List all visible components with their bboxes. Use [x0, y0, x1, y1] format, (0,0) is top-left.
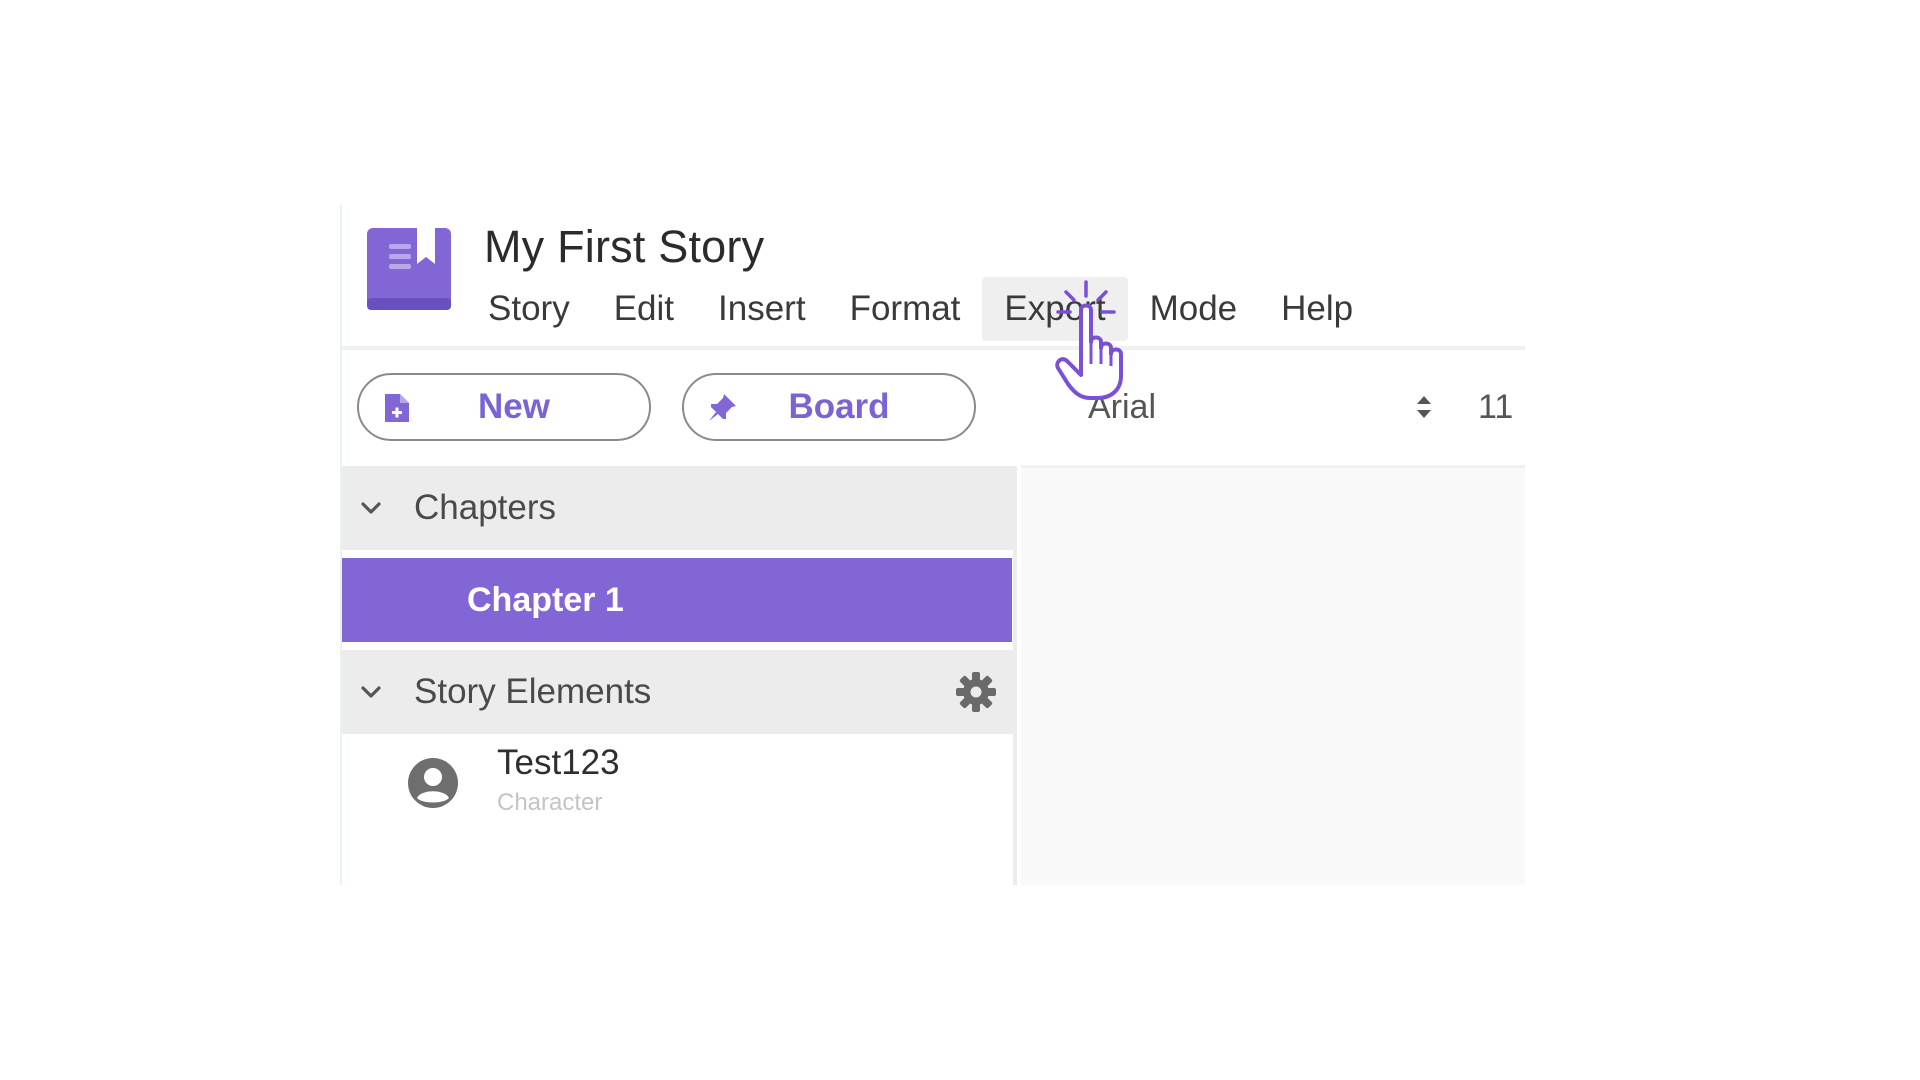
person-avatar-icon: [408, 758, 458, 808]
element-name: Test123: [497, 743, 620, 782]
editor-area[interactable]: Arial 11: [1021, 350, 1525, 885]
sidebar-toolbar: New Board: [342, 350, 1017, 466]
story-element-item[interactable]: Test123 Character: [342, 743, 1012, 845]
chapter-title: Chapter 1: [467, 580, 624, 619]
book-bookmark-icon[interactable]: [367, 228, 451, 310]
hand-pointer-icon: [1055, 280, 1123, 400]
story-elements-section-title: Story Elements: [414, 672, 652, 711]
new-document-icon: [385, 394, 409, 422]
menu-edit[interactable]: Edit: [592, 277, 696, 341]
chapter-item-selected[interactable]: Chapter 1: [342, 558, 1012, 642]
sidebar: New Board Chapters Chapter 1 Story Eleme…: [342, 350, 1017, 885]
app-header: My First Story Story Edit Insert Format …: [342, 205, 1525, 350]
element-type: Character: [497, 789, 603, 816]
document-title: My First Story: [484, 221, 765, 272]
chapters-section-header[interactable]: Chapters: [342, 466, 1017, 550]
menu-mode[interactable]: Mode: [1128, 277, 1260, 341]
menu-insert[interactable]: Insert: [696, 277, 828, 341]
menu-bar: Story Edit Insert Format Export Mode Hel…: [466, 275, 1375, 343]
chevron-down-icon[interactable]: [358, 495, 384, 521]
menu-story[interactable]: Story: [466, 277, 592, 341]
story-elements-section-header[interactable]: Story Elements: [342, 650, 1017, 734]
chapters-section-title: Chapters: [414, 488, 557, 527]
board-button[interactable]: Board: [682, 373, 976, 441]
menu-help[interactable]: Help: [1259, 277, 1375, 341]
pin-icon: [709, 394, 736, 421]
menu-format[interactable]: Format: [828, 277, 983, 341]
font-size-select[interactable]: 11: [1478, 388, 1513, 427]
select-arrows-icon[interactable]: [1414, 392, 1434, 422]
chevron-down-icon[interactable]: [358, 679, 384, 705]
new-button[interactable]: New: [357, 373, 651, 441]
gear-icon[interactable]: [954, 670, 998, 714]
app-window: My First Story Story Edit Insert Format …: [340, 205, 1525, 885]
